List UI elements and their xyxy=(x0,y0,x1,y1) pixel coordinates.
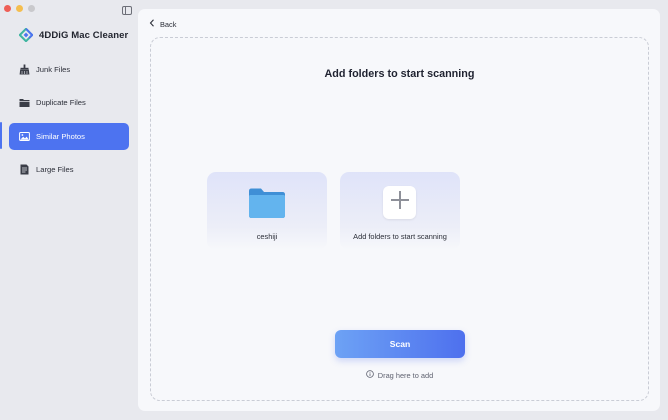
broom-icon xyxy=(19,64,30,75)
add-folder-button[interactable] xyxy=(383,186,416,219)
sidebar-item-similar-photos[interactable]: Similar Photos xyxy=(9,122,129,150)
sidebar-item-label: Duplicate Files xyxy=(36,98,86,108)
plus-icon xyxy=(390,190,410,215)
brand: 4DDiG Mac Cleaner xyxy=(18,27,129,43)
add-folder-card-label: Add folders to start scanning xyxy=(353,232,447,241)
sidebar-item-duplicate-files[interactable]: Duplicate Files xyxy=(9,89,129,116)
info-icon xyxy=(365,370,374,380)
page-title: Add folders to start scanning xyxy=(324,68,475,80)
folder-icon xyxy=(248,187,286,224)
sidebar-item-large-files[interactable]: Large Files xyxy=(9,156,129,183)
4ddig-logo-icon xyxy=(18,27,34,43)
scan-button[interactable]: Scan xyxy=(335,330,465,358)
large-file-icon xyxy=(19,164,30,175)
folder-stack-icon xyxy=(19,97,30,108)
sidebar-item-label: Junk Files xyxy=(36,65,71,74)
add-folder-card[interactable]: Add folders to start scanning xyxy=(340,172,460,250)
active-nav-marker xyxy=(0,122,2,149)
sidebar: 4DDiG Mac Cleaner Junk Files Duplicate F… xyxy=(0,0,138,420)
sidebar-item-label: Similar Photos xyxy=(36,131,85,141)
back-label: Back xyxy=(160,19,177,29)
main-panel: Back Add folders to start scanning ceshi… xyxy=(138,9,660,411)
chevron-left-icon xyxy=(149,19,155,29)
folder-card-label: ceshiji xyxy=(256,232,278,241)
drag-hint: Drag here to add xyxy=(151,370,648,380)
sidebar-item-junk-files[interactable]: Junk Files xyxy=(9,56,129,83)
folder-card[interactable]: ceshiji xyxy=(207,172,327,250)
sidebar-item-label: Large Files xyxy=(36,165,74,175)
sidebar-nav: Junk Files Duplicate Files Similar Photo… xyxy=(9,56,129,190)
folder-drop-zone[interactable]: Add folders to start scanning ceshiji Ad… xyxy=(150,37,649,401)
app-name: 4DDiG Mac Cleaner xyxy=(39,29,129,41)
back-button[interactable]: Back xyxy=(149,19,176,29)
photo-icon xyxy=(19,131,30,142)
drag-hint-text: Drag here to add xyxy=(377,370,434,380)
